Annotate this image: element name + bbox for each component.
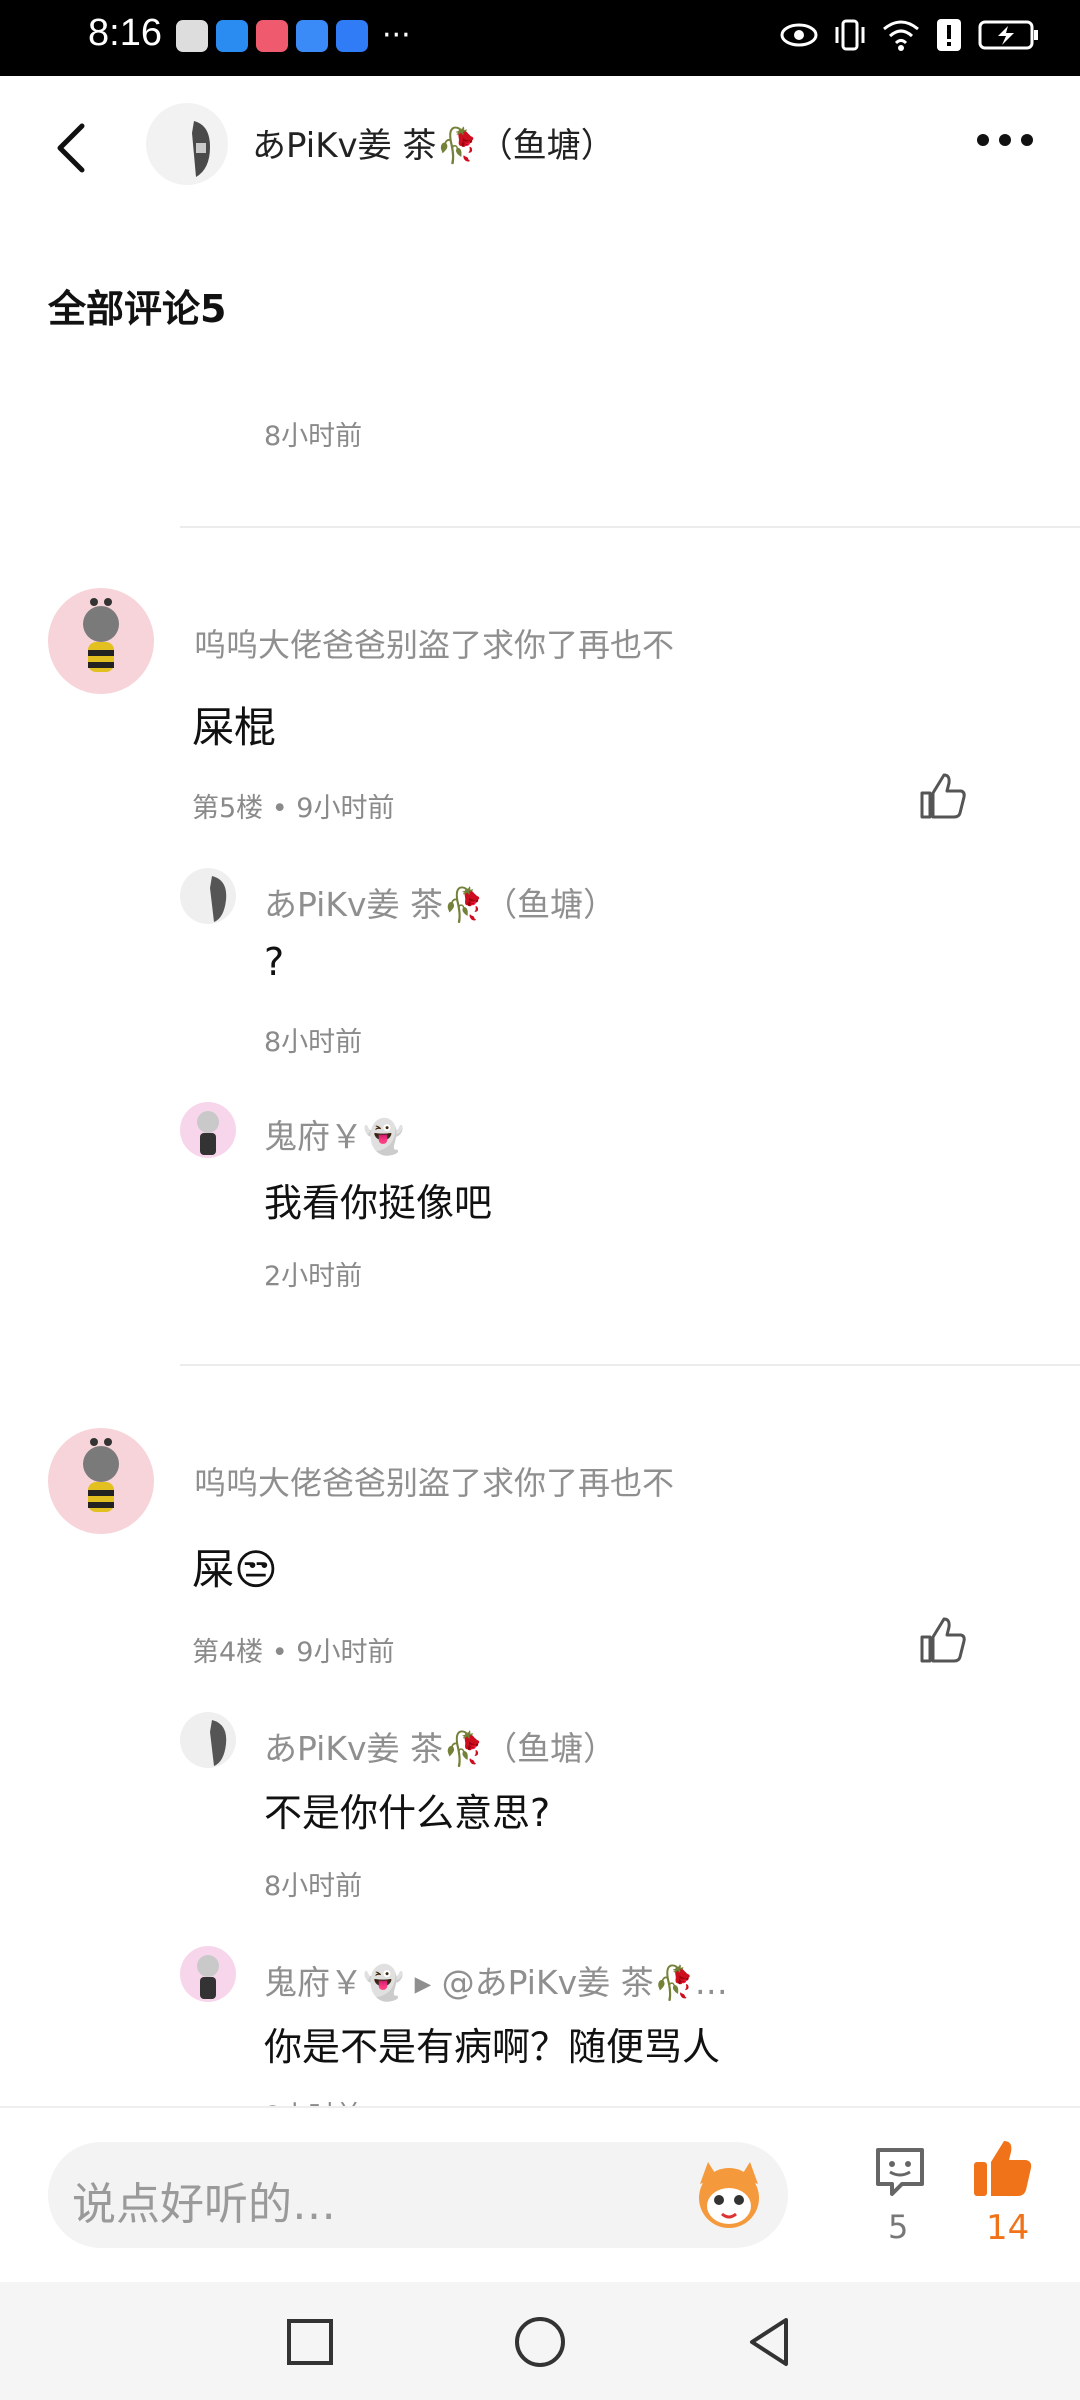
reply-avatar[interactable] xyxy=(180,868,236,924)
commenter-avatar[interactable] xyxy=(48,588,154,694)
comment-meta: 第4楼 • 9小时前 xyxy=(192,1637,395,1668)
reply-timestamp: 2小时前 xyxy=(264,1261,363,1292)
cloud-app-icon xyxy=(296,20,328,52)
more-notifications-icon: ··· xyxy=(382,18,411,53)
home-icon[interactable] xyxy=(510,2312,570,2372)
comment-input-bar: 说点好听的… 5 14 xyxy=(0,2106,1080,2284)
commenter-name[interactable]: 呜呜大佬爸爸别盗了求你了再也不 xyxy=(194,620,674,666)
reply-text: ? xyxy=(264,940,285,984)
header: あPiKv姜 茶🥀（鱼塘） xyxy=(0,76,1080,216)
sim-alert-icon xyxy=(937,19,961,51)
comment-input-placeholder: 说点好听的… xyxy=(72,2179,336,2230)
back-arrow-icon[interactable] xyxy=(48,120,98,176)
eye-comfort-icon xyxy=(780,23,818,47)
vibrate-icon xyxy=(835,19,865,51)
comment-icon[interactable] xyxy=(872,2144,928,2200)
notification-icons: ··· xyxy=(176,20,411,52)
huawei-app-icon xyxy=(176,20,208,52)
system-navigation-bar xyxy=(0,2282,1080,2400)
mascot-emoji-icon[interactable] xyxy=(688,2154,770,2236)
reply-text: 你是不是有病啊？随便骂人 xyxy=(264,2025,721,2069)
like-icon[interactable] xyxy=(972,2138,1034,2198)
gallery-app-icon xyxy=(256,20,288,52)
comment-text: 屎😒 xyxy=(192,1545,278,1594)
reply-timestamp: 8小时前 xyxy=(264,1871,363,1902)
reply-text: 我看你挺像吧 xyxy=(264,1181,493,1225)
recent-apps-icon[interactable] xyxy=(280,2312,340,2372)
status-bar: 8:16 ··· xyxy=(0,0,1080,76)
reply-author-name[interactable]: 鬼府￥👻 xyxy=(264,1110,404,1158)
reply-timestamp: 8小时前 xyxy=(264,1027,363,1058)
reply-author-name[interactable]: あPiKv姜 茶🥀（鱼塘） xyxy=(264,1722,616,1770)
back-nav-icon[interactable] xyxy=(740,2312,800,2372)
comment-count: 5 xyxy=(888,2208,909,2246)
battery-charging-icon xyxy=(978,20,1038,50)
like-count: 14 xyxy=(986,2208,1030,2248)
reply-author-name[interactable]: 鬼府￥👻 ▸ @あPiKv姜 茶🥀… xyxy=(264,1956,728,2004)
reply-text: 不是你什么意思? xyxy=(264,1791,551,1835)
comment-meta: 第5楼 • 9小时前 xyxy=(192,793,395,824)
tips-app-icon xyxy=(336,20,368,52)
author-avatar[interactable] xyxy=(146,103,228,185)
divider xyxy=(180,526,1080,528)
reply-avatar[interactable] xyxy=(180,1102,236,1158)
reply-author-name[interactable]: あPiKv姜 茶🥀（鱼塘） xyxy=(264,878,616,926)
commenter-name[interactable]: 呜呜大佬爸爸别盗了求你了再也不 xyxy=(194,1458,674,1504)
comment-text: 屎棍 xyxy=(192,703,277,752)
comments-section-title: 全部评论5 xyxy=(48,287,227,331)
thumbs-up-icon[interactable] xyxy=(918,771,968,821)
thumbs-up-icon[interactable] xyxy=(918,1615,968,1665)
reply-avatar[interactable] xyxy=(180,1712,236,1768)
more-options-icon[interactable] xyxy=(974,128,1036,152)
wifi-icon xyxy=(883,20,919,51)
status-time: 8:16 xyxy=(88,12,162,54)
divider xyxy=(180,1364,1080,1366)
commenter-avatar[interactable] xyxy=(48,1428,154,1534)
author-name[interactable]: あPiKv姜 茶🥀（鱼塘） xyxy=(252,118,615,167)
reply-avatar[interactable] xyxy=(180,1946,236,2002)
browser-app-icon xyxy=(216,20,248,52)
comment-input[interactable]: 说点好听的… xyxy=(48,2142,788,2248)
reply-timestamp: 8小时前 xyxy=(264,421,363,452)
